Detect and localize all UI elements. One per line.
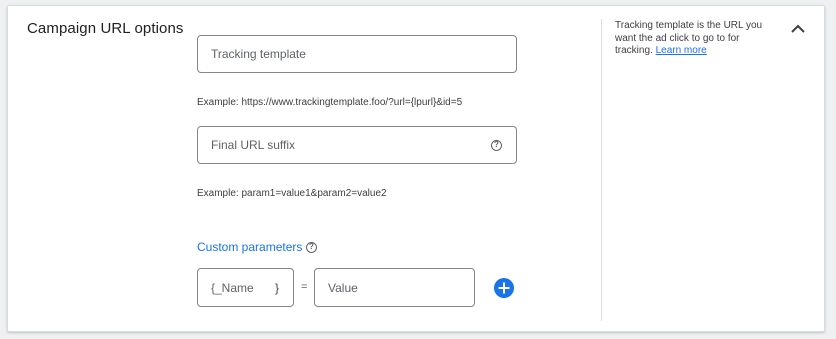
custom-parameters-link[interactable]: Custom parameters	[197, 240, 302, 254]
custom-parameter-value-placeholder: Value	[328, 280, 358, 295]
custom-parameter-value-input[interactable]: Value	[314, 268, 475, 307]
equals-sign: =	[301, 281, 308, 293]
custom-parameter-name-placeholder: {_Name	[211, 280, 254, 295]
final-url-suffix-placeholder: Final URL suffix	[211, 138, 296, 152]
tracking-template-input[interactable]: Tracking template	[197, 35, 517, 73]
final-url-suffix-example: Example: param1=value1&param2=value2	[197, 188, 387, 199]
custom-parameter-name-close-brace: }	[275, 280, 280, 295]
tracking-template-example: Example: https://www.trackingtemplate.fo…	[197, 97, 463, 108]
help-panel: Tracking template is the URL you want th…	[615, 20, 775, 58]
campaign-url-options-card: Campaign URL options Tracking template E…	[7, 5, 825, 332]
section-title: Campaign URL options	[27, 20, 184, 37]
final-url-suffix-input[interactable]: Final URL suffix ?	[197, 126, 517, 164]
divider	[601, 19, 602, 321]
chevron-up-icon[interactable]	[786, 19, 810, 39]
help-circle-icon[interactable]: ?	[491, 140, 502, 151]
help-circle-icon[interactable]: ?	[306, 242, 317, 253]
tracking-template-placeholder: Tracking template	[211, 47, 306, 61]
custom-parameter-name-input[interactable]: {_Name }	[197, 268, 294, 307]
learn-more-link[interactable]: Learn more	[656, 45, 707, 56]
add-circle-icon[interactable]	[494, 278, 514, 298]
